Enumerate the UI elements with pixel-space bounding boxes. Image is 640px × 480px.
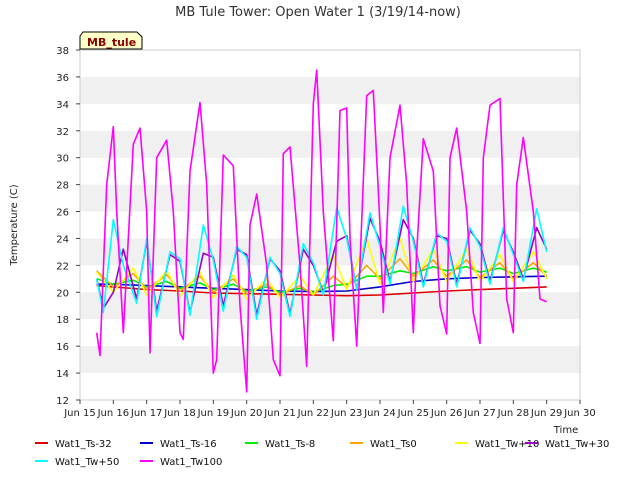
y-tick-label: 16 xyxy=(56,342,69,353)
y-tick-label: 18 xyxy=(56,315,69,326)
x-axis: Jun 15 Jun 16 Jun 17 Jun 18 Jun 19 Jun 20 Jun … xyxy=(63,400,596,419)
x-tick-label: Jun 29 xyxy=(530,408,563,419)
legend-label: Wat1_Ts-32 xyxy=(55,439,112,450)
x-tick-label: Jun 18 xyxy=(163,408,196,419)
y-tick-label: 32 xyxy=(56,127,69,138)
chart-title: MB Tule Tower: Open Water 1 (3/19/14-now… xyxy=(175,5,461,20)
legend-label: Wat1_Tw+10 xyxy=(475,439,539,450)
y-axis-label: Temperature (C) xyxy=(9,184,20,266)
y-tick-label: 20 xyxy=(56,288,69,299)
x-tick-label: Jun 28 xyxy=(497,408,530,419)
x-tick-label: Jun 19 xyxy=(197,408,230,419)
x-tick-label: Jun 21 xyxy=(263,408,296,419)
y-tick-label: 14 xyxy=(56,369,69,380)
x-tick-label: Jun 27 xyxy=(463,408,496,419)
x-axis-label: Time xyxy=(553,425,578,436)
x-tick-label: Jun 26 xyxy=(430,408,463,419)
x-tick-label: Jun 24 xyxy=(363,408,396,419)
y-tick-label: 22 xyxy=(56,261,69,272)
x-tick-label: Jun 23 xyxy=(330,408,363,419)
legend-label: Wat1_Ts0 xyxy=(370,439,417,450)
grid-band xyxy=(80,76,580,104)
chart-canvas: MB Tule Tower: Open Water 1 (3/19/14-now… xyxy=(9,5,609,468)
y-tick-label: 30 xyxy=(56,154,69,165)
legend-label: Wat1_Tw100 xyxy=(160,457,222,468)
y-tick-label: 38 xyxy=(56,46,69,57)
y-tick-label: 12 xyxy=(56,396,69,407)
y-tick-label: 28 xyxy=(56,181,69,192)
legend-label: Wat1_Tw+50 xyxy=(55,457,119,468)
y-tick-label: 36 xyxy=(56,73,69,84)
y-tick-label: 24 xyxy=(56,234,69,245)
legend-label: Wat1_Tw+30 xyxy=(545,439,609,450)
x-tick-label: Jun 30 xyxy=(563,408,596,419)
grid-band xyxy=(80,130,580,158)
site-label-text: MB_tule xyxy=(87,36,136,49)
legend: Wat1_Ts-32 Wat1_Ts-16 Wat1_Ts-8 Wat1_Ts0 Wat… xyxy=(35,439,609,468)
y-axis: 12 14 16 18 20 22 24 26 28 30 32 34 36 38 xyxy=(56,46,80,407)
site-label-badge: MB_tule xyxy=(79,31,143,50)
x-tick-label: Jun 17 xyxy=(130,408,163,419)
grid-band xyxy=(80,346,580,374)
x-tick-label: Jun 16 xyxy=(97,408,130,419)
y-tick-label: 26 xyxy=(56,208,69,219)
legend-label: Wat1_Ts-8 xyxy=(265,439,315,450)
legend-label: Wat1_Ts-16 xyxy=(160,439,217,450)
y-tick-label: 34 xyxy=(56,100,69,111)
x-tick-label: Jun 25 xyxy=(397,408,430,419)
x-tick-label: Jun 22 xyxy=(297,408,330,419)
x-tick-label: Jun 15 xyxy=(63,408,96,419)
x-tick-label: Jun 20 xyxy=(230,408,263,419)
